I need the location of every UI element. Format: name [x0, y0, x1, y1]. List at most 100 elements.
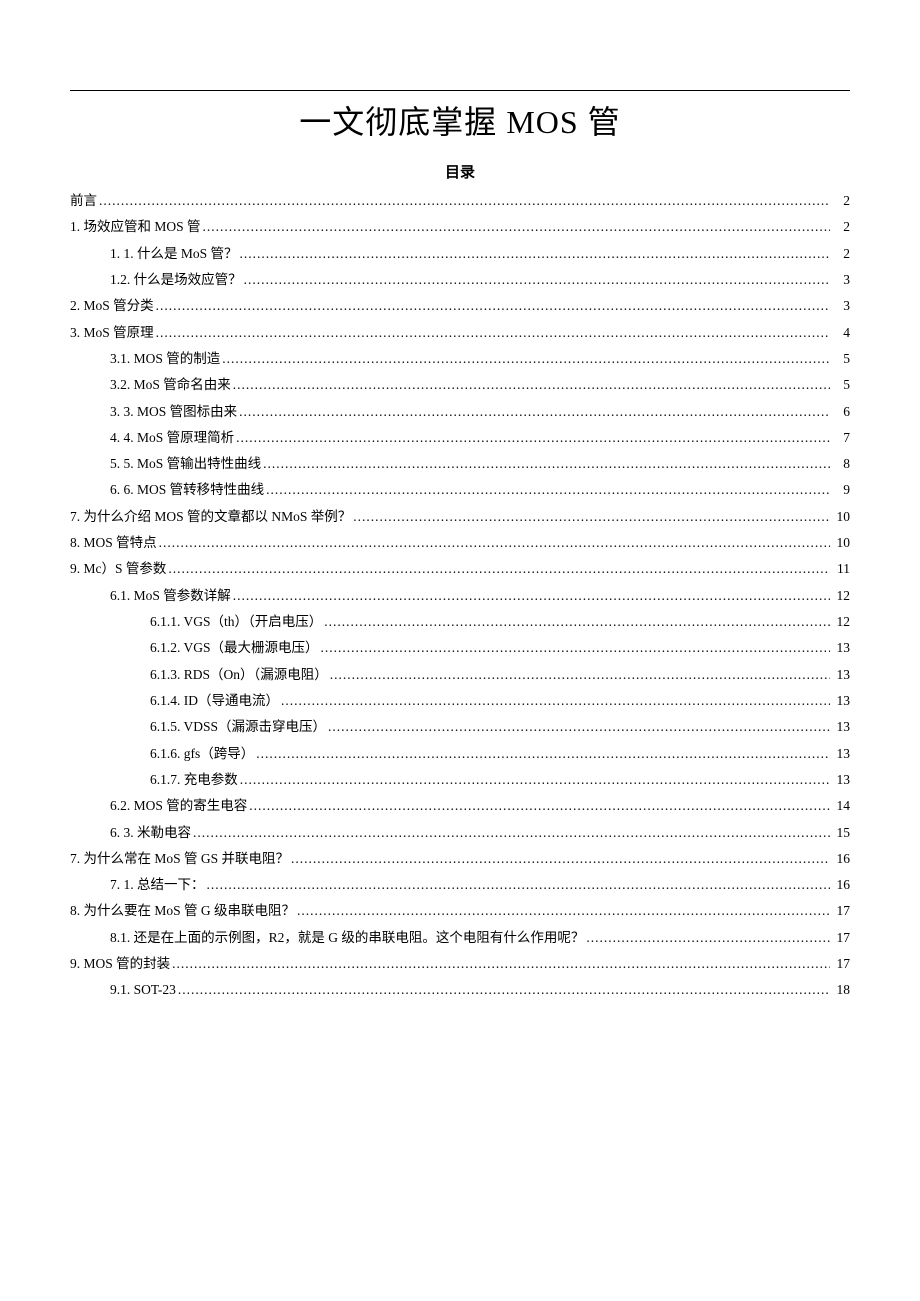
toc-entry-page: 2	[830, 188, 850, 214]
toc-entry[interactable]: 8. MOS 管特点 10	[70, 530, 850, 556]
toc-leader-dots	[233, 372, 830, 398]
toc-leader-dots	[193, 820, 830, 846]
toc-entry-page: 17	[830, 898, 850, 924]
toc-entry[interactable]: 3. 3. MOS 管图标由来6	[70, 399, 850, 425]
toc-entry-label: 1. 场效应管和 MOS 管	[70, 214, 203, 240]
toc-entry[interactable]: 8. 为什么要在 MoS 管 G 级串联电阻？ 17	[70, 898, 850, 924]
toc-entry-page: 10	[830, 530, 850, 556]
toc-entry-label: 6.1.4. ID（导通电流）	[150, 688, 281, 714]
toc-entry-label: 8.1. 还是在上面的示例图，R2，就是 G 级的串联电阻。这个电阻有什么作用呢…	[110, 925, 586, 951]
toc-entry-label: 7. 为什么常在 MoS 管 GS 并联电阻？	[70, 846, 291, 872]
toc-entry[interactable]: 6.1.5. VDSS（漏源击穿电压） 13	[70, 714, 850, 740]
toc-entry[interactable]: 6.1.3. RDS（On）（漏源电阻）13	[70, 662, 850, 688]
toc-entry[interactable]: 6.1.6. gfs（跨导） 13	[70, 741, 850, 767]
toc-entry-label: 5. 5. MoS 管输出特性曲线	[110, 451, 263, 477]
toc-leader-dots	[240, 241, 830, 267]
toc-entry[interactable]: 6. 3. 米勒电容15	[70, 820, 850, 846]
toc-entry-label: 3. 3. MOS 管图标由来	[110, 399, 239, 425]
toc-entry[interactable]: 9. MOS 管的封装 17	[70, 951, 850, 977]
toc-entry-page: 17	[830, 925, 850, 951]
toc-leader-dots	[256, 741, 830, 767]
toc-entry[interactable]: 前言2	[70, 188, 850, 214]
toc-entry-label: 6.1. MoS 管参数详解	[110, 583, 233, 609]
toc-leader-dots	[168, 556, 830, 582]
document-page: 一文彻底掌握 MOS 管 目录 前言21. 场效应管和 MOS 管21. 1. …	[0, 0, 920, 1064]
toc-entry[interactable]: 1.2. 什么是场效应管？3	[70, 267, 850, 293]
toc-entry-page: 5	[830, 346, 850, 372]
toc-leader-dots	[99, 188, 830, 214]
toc-entry[interactable]: 3. MoS 管原理4	[70, 320, 850, 346]
toc-entry-label: 3.2. MoS 管命名由来	[110, 372, 233, 398]
toc-entry-page: 9	[830, 477, 850, 503]
toc-leader-dots	[291, 846, 830, 872]
toc-entry[interactable]: 3.1. MOS 管的制造 5	[70, 346, 850, 372]
toc-entry-page: 13	[830, 635, 850, 661]
toc-leader-dots	[159, 530, 830, 556]
toc-entry-label: 1.2. 什么是场效应管？	[110, 267, 244, 293]
toc-entry-label: 2. MoS 管分类	[70, 293, 156, 319]
toc-entry-page: 12	[830, 609, 850, 635]
toc-entry-label: 9.1. SOT-23	[110, 977, 178, 1003]
toc-leader-dots	[156, 320, 830, 346]
toc-entry-label: 7. 为什么介绍 MOS 管的文章都以 NMoS 举例？	[70, 504, 353, 530]
toc-entry-page: 11	[830, 556, 850, 582]
toc-leader-dots	[263, 451, 830, 477]
toc-entry[interactable]: 6.1.4. ID（导通电流）13	[70, 688, 850, 714]
toc-entry[interactable]: 7. 为什么常在 MoS 管 GS 并联电阻？16	[70, 846, 850, 872]
toc-entry-page: 16	[830, 872, 850, 898]
title-text-latin: MOS	[506, 104, 578, 140]
toc-leader-dots	[266, 477, 830, 503]
toc-entry-label: 3.1. MOS 管的制造	[110, 346, 222, 372]
toc-entry-label: 1. 1. 什么是 MoS 管？	[110, 241, 240, 267]
toc-entry[interactable]: 8.1. 还是在上面的示例图，R2，就是 G 级的串联电阻。这个电阻有什么作用呢…	[70, 925, 850, 951]
toc-leader-dots	[321, 635, 830, 661]
toc-leader-dots	[353, 504, 830, 530]
toc-entry-label: 6.1.1. VGS（th）（开启电压）	[150, 609, 324, 635]
toc-entry[interactable]: 6.1. MoS 管参数详解 12	[70, 583, 850, 609]
toc-entry-label: 6.1.6. gfs（跨导）	[150, 741, 256, 767]
toc-entry[interactable]: 6. 6. MOS 管转移特性曲线 9	[70, 477, 850, 503]
toc-leader-dots	[236, 425, 830, 451]
toc-entry-page: 13	[830, 662, 850, 688]
toc-entry-label: 8. MOS 管特点	[70, 530, 159, 556]
toc-entry-page: 13	[830, 714, 850, 740]
toc-entry[interactable]: 1. 1. 什么是 MoS 管？2	[70, 241, 850, 267]
toc-entry-page: 12	[830, 583, 850, 609]
toc-entry-label: 8. 为什么要在 MoS 管 G 级串联电阻？	[70, 898, 297, 924]
toc-entry[interactable]: 4. 4. MoS 管原理简析7	[70, 425, 850, 451]
toc-entry[interactable]: 9.1. SOT-23 18	[70, 977, 850, 1003]
toc-entry-label: 6.1.5. VDSS（漏源击穿电压）	[150, 714, 328, 740]
toc-entry[interactable]: 2. MoS 管分类3	[70, 293, 850, 319]
toc-entry[interactable]: 6.1.1. VGS（th）（开启电压） 12	[70, 609, 850, 635]
toc-entry-page: 10	[830, 504, 850, 530]
toc-leader-dots	[249, 793, 830, 819]
toc-entry[interactable]: 1. 场效应管和 MOS 管2	[70, 214, 850, 240]
toc-entry-label: 6.2. MOS 管的寄生电容	[110, 793, 249, 819]
toc-leader-dots	[328, 714, 830, 740]
toc-entry[interactable]: 6.1.2. VGS（最大栅源电压）13	[70, 635, 850, 661]
toc-entry[interactable]: 6.2. MOS 管的寄生电容14	[70, 793, 850, 819]
toc-entry[interactable]: 3.2. MoS 管命名由来5	[70, 372, 850, 398]
toc-entry-label: 9. MOS 管的封装	[70, 951, 172, 977]
title-text-pre: 一文彻底掌握	[299, 104, 506, 140]
toc-entry-page: 13	[830, 767, 850, 793]
toc-entry[interactable]: 7. 1. 总结一下： 16	[70, 872, 850, 898]
toc-entry[interactable]: 7. 为什么介绍 MOS 管的文章都以 NMoS 举例？ 10	[70, 504, 850, 530]
toc-entry-label: 6. 6. MOS 管转移特性曲线	[110, 477, 266, 503]
toc-leader-dots	[239, 399, 830, 425]
toc-leader-dots	[172, 951, 830, 977]
toc-entry-label: 7. 1. 总结一下：	[110, 872, 207, 898]
toc-entry-label: 9. Mc）S 管参数	[70, 556, 168, 582]
toc-entry-label: 6. 3. 米勒电容	[110, 820, 193, 846]
toc-entry-page: 18	[830, 977, 850, 1003]
toc-entry[interactable]: 5. 5. MoS 管输出特性曲线8	[70, 451, 850, 477]
toc-leader-dots	[297, 898, 830, 924]
toc-leader-dots	[203, 214, 830, 240]
toc-leader-dots	[240, 767, 830, 793]
toc-entry-label: 3. MoS 管原理	[70, 320, 156, 346]
toc-leader-dots	[178, 977, 830, 1003]
toc-entry-page: 13	[830, 741, 850, 767]
toc-entry-page: 17	[830, 951, 850, 977]
toc-entry[interactable]: 9. Mc）S 管参数 11	[70, 556, 850, 582]
toc-entry[interactable]: 6.1.7. 充电参数13	[70, 767, 850, 793]
